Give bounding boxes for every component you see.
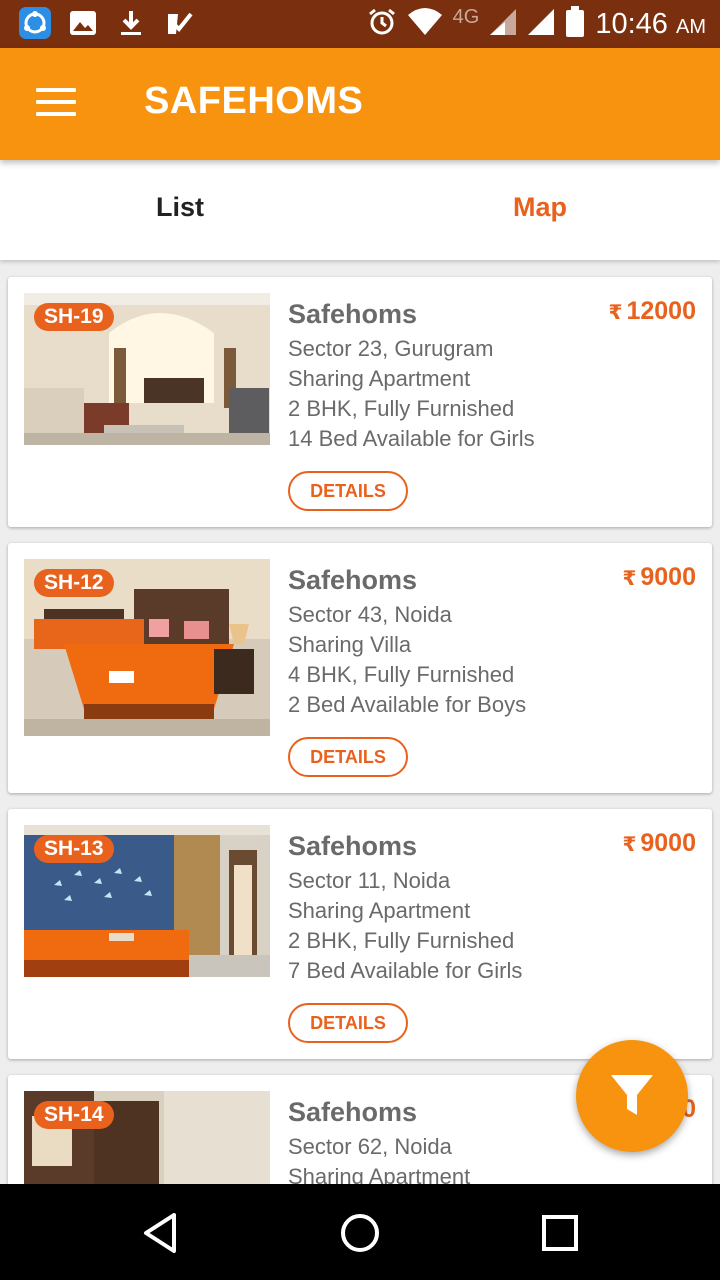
wifi-icon [407, 7, 443, 42]
listing-code-badge: SH-14 [34, 1101, 114, 1129]
listing-photo: SH-14 [24, 1091, 270, 1184]
recents-icon[interactable] [535, 1208, 585, 1258]
details-button[interactable]: DETAILS [288, 737, 408, 777]
listing-name: Safehoms [288, 831, 418, 861]
listing-name: Safehoms [288, 565, 418, 595]
menu-icon[interactable] [36, 88, 76, 120]
filter-button[interactable] [576, 1040, 688, 1152]
listing-card[interactable]: SH-12 Safehoms ₹9000 Sector 43, Noida Sh… [8, 543, 712, 793]
status-bar: 4G 10:46 AM [0, 0, 720, 48]
clock: 10:46 AM [595, 7, 706, 40]
tab-list[interactable]: List [0, 192, 360, 223]
signal-icon [527, 7, 555, 42]
view-tabs: List Map [0, 160, 720, 260]
listing-config: 2 BHK, Fully Furnished [288, 928, 515, 953]
listing-price: ₹9000 [622, 563, 696, 591]
rupee-icon: ₹ [608, 302, 623, 324]
listing-availability: 14 Bed Available for Girls [288, 426, 535, 451]
listing-type: Sharing Apartment [288, 1164, 471, 1184]
shareit-icon [18, 6, 52, 40]
download-icon [114, 6, 148, 40]
listing-code-badge: SH-12 [34, 569, 114, 597]
home-icon[interactable] [335, 1208, 385, 1258]
rupee-icon: ₹ [622, 834, 637, 856]
battery-icon [565, 5, 585, 43]
listing-price: ₹12000 [608, 297, 696, 325]
listing-code-badge: SH-13 [34, 835, 114, 863]
back-icon[interactable] [136, 1208, 186, 1258]
gallery-icon [66, 6, 100, 40]
listing-location: Sector 43, Noida [288, 602, 452, 627]
listing-location: Sector 23, Gurugram [288, 336, 494, 361]
navigation-bar [0, 1184, 720, 1280]
app-bar: SAFEHOMS [0, 48, 720, 160]
signal-icon [489, 7, 517, 42]
listing-photo: SH-12 [24, 559, 270, 736]
listing-availability: 7 Bed Available for Girls [288, 958, 523, 983]
listing-code-badge: SH-19 [34, 303, 114, 331]
listing-type: Sharing Apartment [288, 366, 471, 391]
listing-config: 4 BHK, Fully Furnished [288, 662, 515, 687]
listing-price: ₹9000 [622, 829, 696, 857]
listing-type: Sharing Apartment [288, 898, 471, 923]
listing-name: Safehoms [288, 299, 418, 329]
rupee-icon: ₹ [622, 568, 637, 590]
listing-type: Sharing Villa [288, 632, 412, 657]
listing-card[interactable]: SH-13 Safehoms ₹9000 Sector 11, Noida Sh… [8, 809, 712, 1059]
details-button[interactable]: DETAILS [288, 1003, 408, 1043]
listing-location: Sector 62, Noida [288, 1134, 452, 1159]
app-title: SAFEHOMS [144, 80, 364, 122]
details-button[interactable]: DETAILS [288, 471, 408, 511]
listing-availability: 2 Bed Available for Boys [288, 692, 527, 717]
tab-map[interactable]: Map [360, 192, 720, 223]
listing-card[interactable]: SH-19 Safehoms ₹12000 Sector 23, Gurugra… [8, 277, 712, 527]
listing-location: Sector 11, Noida [288, 868, 451, 893]
listing-photo: SH-13 [24, 825, 270, 977]
filter-icon [611, 1075, 653, 1115]
alarm-icon [367, 7, 397, 42]
listing-config: 2 BHK, Fully Furnished [288, 396, 515, 421]
task-icon [162, 6, 196, 40]
network-type: 4G [452, 5, 480, 28]
listing-photo: SH-19 [24, 293, 270, 445]
listing-name: Safehoms [288, 1097, 418, 1127]
